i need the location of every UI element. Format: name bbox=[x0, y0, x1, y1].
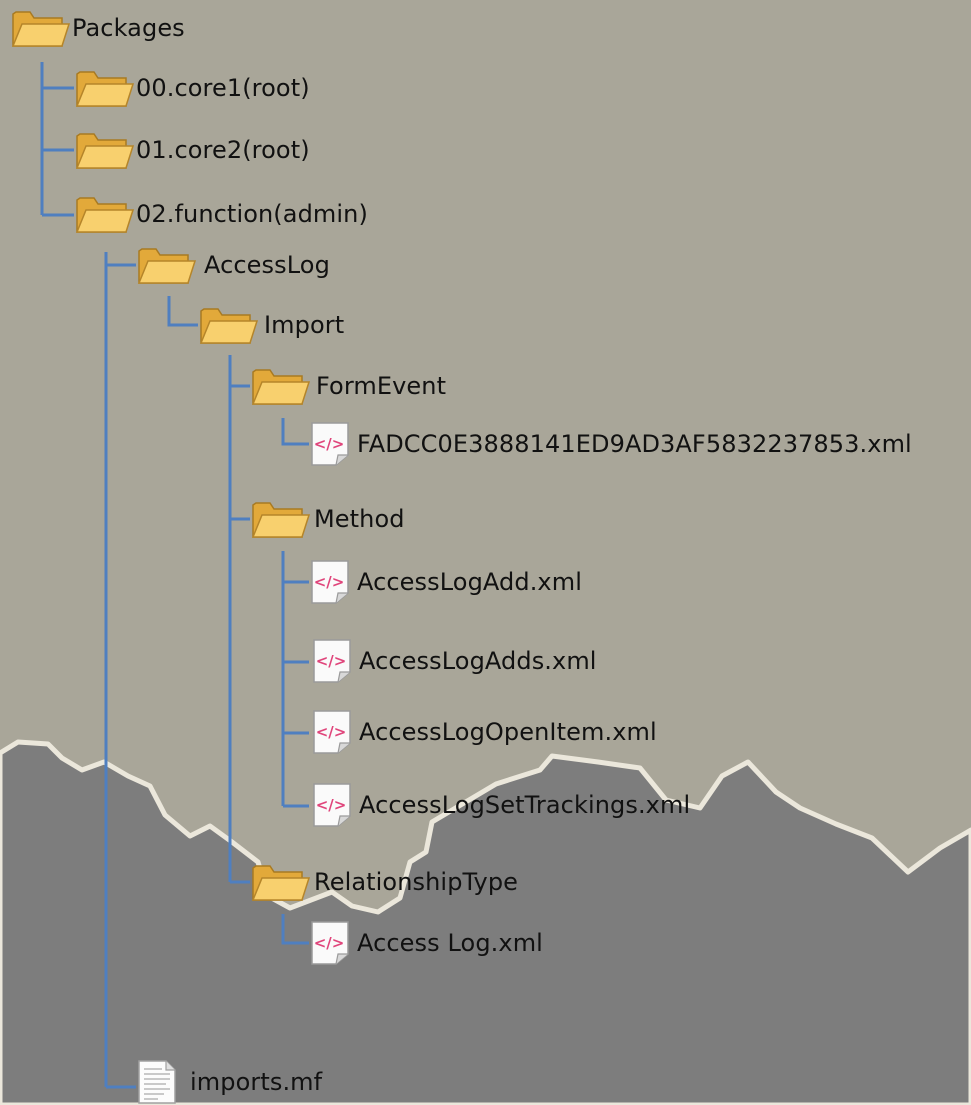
open-folder-icon bbox=[136, 243, 197, 287]
open-folder-icon bbox=[250, 364, 311, 408]
tree-node-label: imports.mf bbox=[190, 1068, 323, 1096]
tree-node-label: 00.core1(root) bbox=[136, 74, 310, 102]
tree-node-formevent[interactable]: FormEvent bbox=[250, 364, 446, 408]
open-folder-icon bbox=[74, 192, 135, 236]
connector-import bbox=[228, 355, 250, 884]
open-folder-icon bbox=[10, 6, 71, 50]
tree-node-label: AccessLogSetTrackings.xml bbox=[359, 791, 691, 819]
tree-node-method[interactable]: Method bbox=[250, 497, 405, 541]
tree-node-packages[interactable]: Packages bbox=[10, 6, 185, 50]
svg-text:</>: </> bbox=[316, 796, 347, 814]
tree-node-label: FormEvent bbox=[316, 372, 447, 400]
connector-packages bbox=[40, 62, 74, 217]
open-folder-icon bbox=[250, 497, 311, 541]
open-folder-icon bbox=[250, 860, 311, 904]
svg-text:</>: </> bbox=[314, 435, 345, 453]
tree-node-label: Import bbox=[264, 311, 345, 339]
tree-node-accesslogsettrackings[interactable]: </> AccessLogSetTrackings.xml bbox=[311, 782, 690, 828]
tree-node-formevent-xml[interactable]: </> FADCC0E3888141ED9AD3AF5832237853.xml bbox=[309, 421, 912, 467]
svg-text:</>: </> bbox=[314, 573, 345, 591]
tree-node-label: 01.core2(root) bbox=[136, 136, 310, 164]
open-folder-icon bbox=[74, 66, 135, 110]
svg-text:</>: </> bbox=[314, 934, 345, 952]
svg-text:</>: </> bbox=[316, 652, 347, 670]
tree-node-label: Packages bbox=[72, 14, 185, 42]
xml-file-icon: </> bbox=[309, 421, 351, 467]
tree-node-relationshiptype[interactable]: RelationshipType bbox=[250, 860, 518, 904]
xml-file-icon: </> bbox=[309, 559, 351, 605]
connector-relationshiptype bbox=[281, 914, 309, 945]
tree-node-label: Access Log.xml bbox=[357, 929, 543, 957]
open-folder-icon bbox=[198, 303, 259, 347]
tree-node-accesslogadd[interactable]: </> AccessLogAdd.xml bbox=[309, 559, 582, 605]
tree-node-label: AccessLogOpenItem.xml bbox=[359, 718, 657, 746]
tree-node-function[interactable]: 02.function(admin) bbox=[74, 192, 368, 236]
open-folder-icon bbox=[74, 128, 135, 172]
tree-node-label: FADCC0E3888141ED9AD3AF5832237853.xml bbox=[357, 430, 912, 458]
xml-file-icon: </> bbox=[311, 709, 353, 755]
tree-node-accesslog[interactable]: AccessLog bbox=[136, 243, 330, 287]
tree-node-label: AccessLog bbox=[204, 251, 330, 279]
xml-file-icon: </> bbox=[311, 782, 353, 828]
connector-accesslog bbox=[167, 296, 198, 327]
tree-node-label: AccessLogAdds.xml bbox=[359, 647, 597, 675]
tree-node-label: RelationshipType bbox=[314, 868, 519, 896]
connector-formevent bbox=[281, 418, 309, 446]
tree-node-core1[interactable]: 00.core1(root) bbox=[74, 66, 310, 110]
tree-node-accesslogadds[interactable]: </> AccessLogAdds.xml bbox=[311, 638, 597, 684]
xml-file-icon: </> bbox=[309, 920, 351, 966]
connector-function bbox=[104, 252, 136, 1089]
tree-node-core2[interactable]: 01.core2(root) bbox=[74, 128, 310, 172]
tree-node-label: AccessLogAdd.xml bbox=[357, 568, 582, 596]
tree-node-accesslogopenitem[interactable]: </> AccessLogOpenItem.xml bbox=[311, 709, 657, 755]
text-document-icon bbox=[136, 1059, 178, 1105]
tree-node-import[interactable]: Import bbox=[198, 303, 344, 347]
tree-node-imports-mf[interactable]: imports.mf bbox=[136, 1059, 322, 1105]
tree-node-label: Method bbox=[314, 505, 405, 533]
connector-method bbox=[281, 551, 309, 808]
svg-text:</>: </> bbox=[316, 723, 347, 741]
tree-node-label: 02.function(admin) bbox=[136, 200, 368, 228]
xml-file-icon: </> bbox=[311, 638, 353, 684]
tree-node-access-log[interactable]: </> Access Log.xml bbox=[309, 920, 543, 966]
